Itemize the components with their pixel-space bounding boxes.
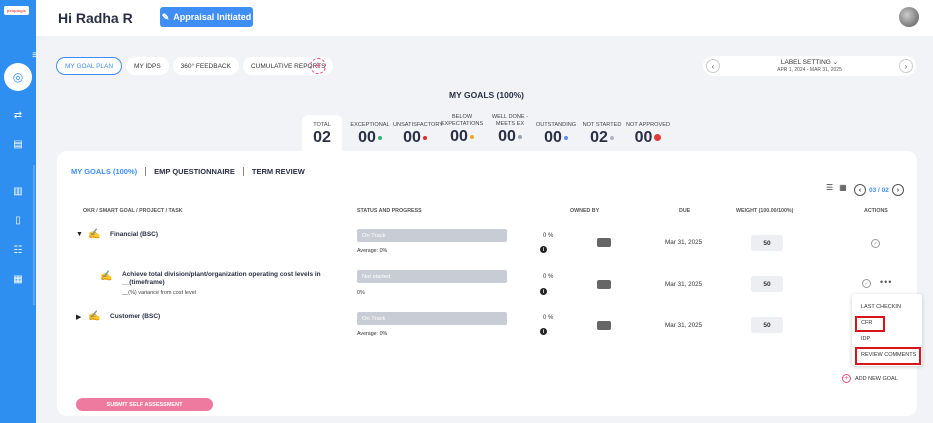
stat-not-started[interactable]: NOT STARTED 02 — [580, 122, 624, 147]
goal-title[interactable]: Customer (BSC) — [110, 313, 160, 320]
stat-exceptional[interactable]: EXCEPTIONAL 00 — [349, 122, 391, 147]
status-dot — [377, 135, 382, 140]
stat-outstanding[interactable]: OUTSTANDING 00 — [534, 122, 578, 147]
highlight-box — [855, 316, 885, 332]
status-progress-bar[interactable]: On Track — [357, 229, 507, 242]
col-okr: OKR / SMART GOAL / PROJECT / TASK — [83, 208, 183, 214]
submit-self-assessment-button[interactable]: SUBMIT SELF ASSESSMENT — [76, 398, 213, 411]
report-nav-icon[interactable]: ▦ — [9, 270, 27, 288]
add-tab-button[interactable]: + — [310, 58, 326, 74]
info-icon[interactable]: i — [540, 288, 547, 295]
chevron-down-icon: ⌄ — [832, 59, 839, 66]
chart-nav-icon[interactable]: ▥ — [9, 182, 27, 200]
appraisal-status-badge[interactable]: ✎ Appraisal Initiated — [160, 7, 253, 27]
sidebar: peoplogic ≡ ◎ ⇄ ▤ ▥ ▯ ☷ ▦ — [0, 0, 38, 423]
average-progress: Average: 0% — [357, 248, 388, 254]
user-avatar[interactable] — [899, 7, 919, 27]
status-progress-bar[interactable]: On Track — [357, 312, 507, 325]
expand-caret-icon[interactable]: ▶ — [76, 313, 81, 321]
view-toggle: ☰ ▦ — [826, 183, 847, 192]
stat-total[interactable]: TOTAL 02 — [302, 122, 342, 147]
col-actions: ACTIONS — [864, 208, 888, 214]
average-progress: 0% — [357, 290, 365, 296]
col-status: STATUS AND PROGRESS — [357, 208, 422, 214]
tab-my-goal-plan[interactable]: MY GOAL PLAN — [56, 57, 123, 75]
status-dot — [422, 135, 427, 140]
stat-not-approved[interactable]: NOT APPROVED 00 — [625, 122, 671, 147]
goal-document-icon: ✍ — [88, 311, 101, 322]
hierarchy-nav-icon[interactable]: ⇄ — [9, 106, 27, 124]
col-owned-by: OWNED BY — [570, 208, 600, 214]
next-period-icon[interactable]: › — [899, 59, 913, 73]
goals-nav-icon[interactable]: ◎ — [4, 63, 32, 91]
checkin-icon[interactable]: ✓ — [862, 279, 871, 288]
goal-title[interactable]: Financial (BSC) — [110, 231, 158, 238]
owner-avatar[interactable] — [597, 238, 611, 247]
highlight-box — [855, 347, 921, 365]
prev-page-icon[interactable]: ‹ — [854, 184, 866, 196]
progress-percent: 0 % — [543, 233, 554, 239]
goal-subtitle: __(%) variance from cost level — [122, 290, 196, 296]
sidebar-divider — [33, 165, 35, 305]
team-nav-icon[interactable]: ☷ — [9, 241, 27, 259]
status-dot — [609, 135, 614, 140]
document-nav-icon[interactable]: ▤ — [9, 135, 27, 153]
top-header: Hi Radha R ✎ Appraisal Initiated — [36, 0, 933, 36]
goal-title[interactable]: Achieve total division/plant/organizatio… — [122, 271, 332, 287]
average-progress: Average: 0% — [357, 331, 388, 337]
progress-percent: 0 % — [543, 315, 554, 321]
due-date: Mar 31, 2025 — [665, 322, 703, 329]
goal-tabs: MY GOAL PLAN MY IDPS 360° FEEDBACK CUMUL… — [56, 57, 334, 75]
add-new-goal-button[interactable]: + ADD NEW GOAL — [842, 374, 898, 383]
goal-subtabs: MY GOALS (100%) EMP QUESTIONNAIRE TERM R… — [71, 167, 313, 176]
goal-document-icon: ✍ — [100, 271, 113, 282]
greeting: Hi Radha R — [58, 10, 133, 26]
summary-title: MY GOALS (100%) — [449, 90, 524, 100]
stat-well-done[interactable]: WELL DONE - MEETS EX 00 — [488, 114, 532, 146]
weight-value[interactable]: 50 — [751, 317, 783, 333]
due-date: Mar 31, 2025 — [665, 281, 703, 288]
col-due: DUE — [679, 208, 691, 214]
subtab-emp-questionnaire[interactable]: EMP QUESTIONNAIRE — [146, 167, 243, 176]
goal-document-icon: ✍ — [88, 229, 101, 240]
checkin-icon[interactable]: ✓ — [871, 239, 880, 248]
label-setting-selector[interactable]: ‹ LABEL SETTING ⌄ APR 1, 2024 - MAR 31, … — [703, 56, 916, 76]
stat-unsatisfactory[interactable]: UNSATISFACTORY 00 — [393, 122, 443, 147]
page-indicator: 03 / 02 — [869, 186, 889, 194]
progress-percent: 0 % — [543, 274, 554, 280]
more-actions-icon[interactable]: ••• — [880, 277, 892, 287]
pagination: ‹ 03 / 02 › — [854, 184, 904, 196]
plus-icon: + — [842, 374, 851, 383]
book-nav-icon[interactable]: ▯ — [9, 211, 27, 229]
owner-avatar[interactable] — [597, 280, 611, 289]
not-approved-icon — [654, 134, 662, 142]
subtab-term-review[interactable]: TERM REVIEW — [244, 167, 313, 176]
status-progress-bar[interactable]: Not started — [357, 270, 507, 283]
tab-my-idps[interactable]: MY IDPS — [126, 57, 169, 75]
edit-icon: ✎ — [161, 11, 170, 22]
weight-value[interactable]: 50 — [751, 235, 783, 251]
label-setting-title: LABEL SETTING — [780, 59, 831, 66]
list-view-icon[interactable]: ☰ — [826, 183, 833, 192]
weight-value[interactable]: 50 — [751, 276, 783, 292]
col-weight: WEIGHT (100.00/100%) — [736, 208, 794, 214]
info-icon[interactable]: i — [540, 246, 547, 253]
menu-item-last-checkin[interactable]: LAST CHECKIN — [861, 304, 901, 310]
owner-avatar[interactable] — [597, 321, 611, 330]
menu-item-idp[interactable]: IDP — [861, 336, 870, 342]
due-date: Mar 31, 2025 — [665, 239, 703, 246]
status-dot — [563, 135, 568, 140]
app-logo: peoplogic — [4, 6, 29, 15]
tab-360-feedback[interactable]: 360° FEEDBACK — [172, 57, 239, 75]
period-date-range: APR 1, 2024 - MAR 31, 2025 — [777, 67, 842, 73]
status-dot — [469, 134, 474, 139]
subtab-my-goals[interactable]: MY GOALS (100%) — [71, 167, 145, 176]
grid-view-icon[interactable]: ▦ — [839, 183, 847, 192]
next-page-icon[interactable]: › — [891, 184, 904, 196]
expand-caret-icon[interactable]: ▼ — [76, 231, 83, 238]
status-dot — [517, 134, 522, 139]
stat-below-expectations[interactable]: BELOW EXPECTATIONS 00 — [439, 114, 485, 146]
info-icon[interactable]: i — [540, 328, 547, 335]
